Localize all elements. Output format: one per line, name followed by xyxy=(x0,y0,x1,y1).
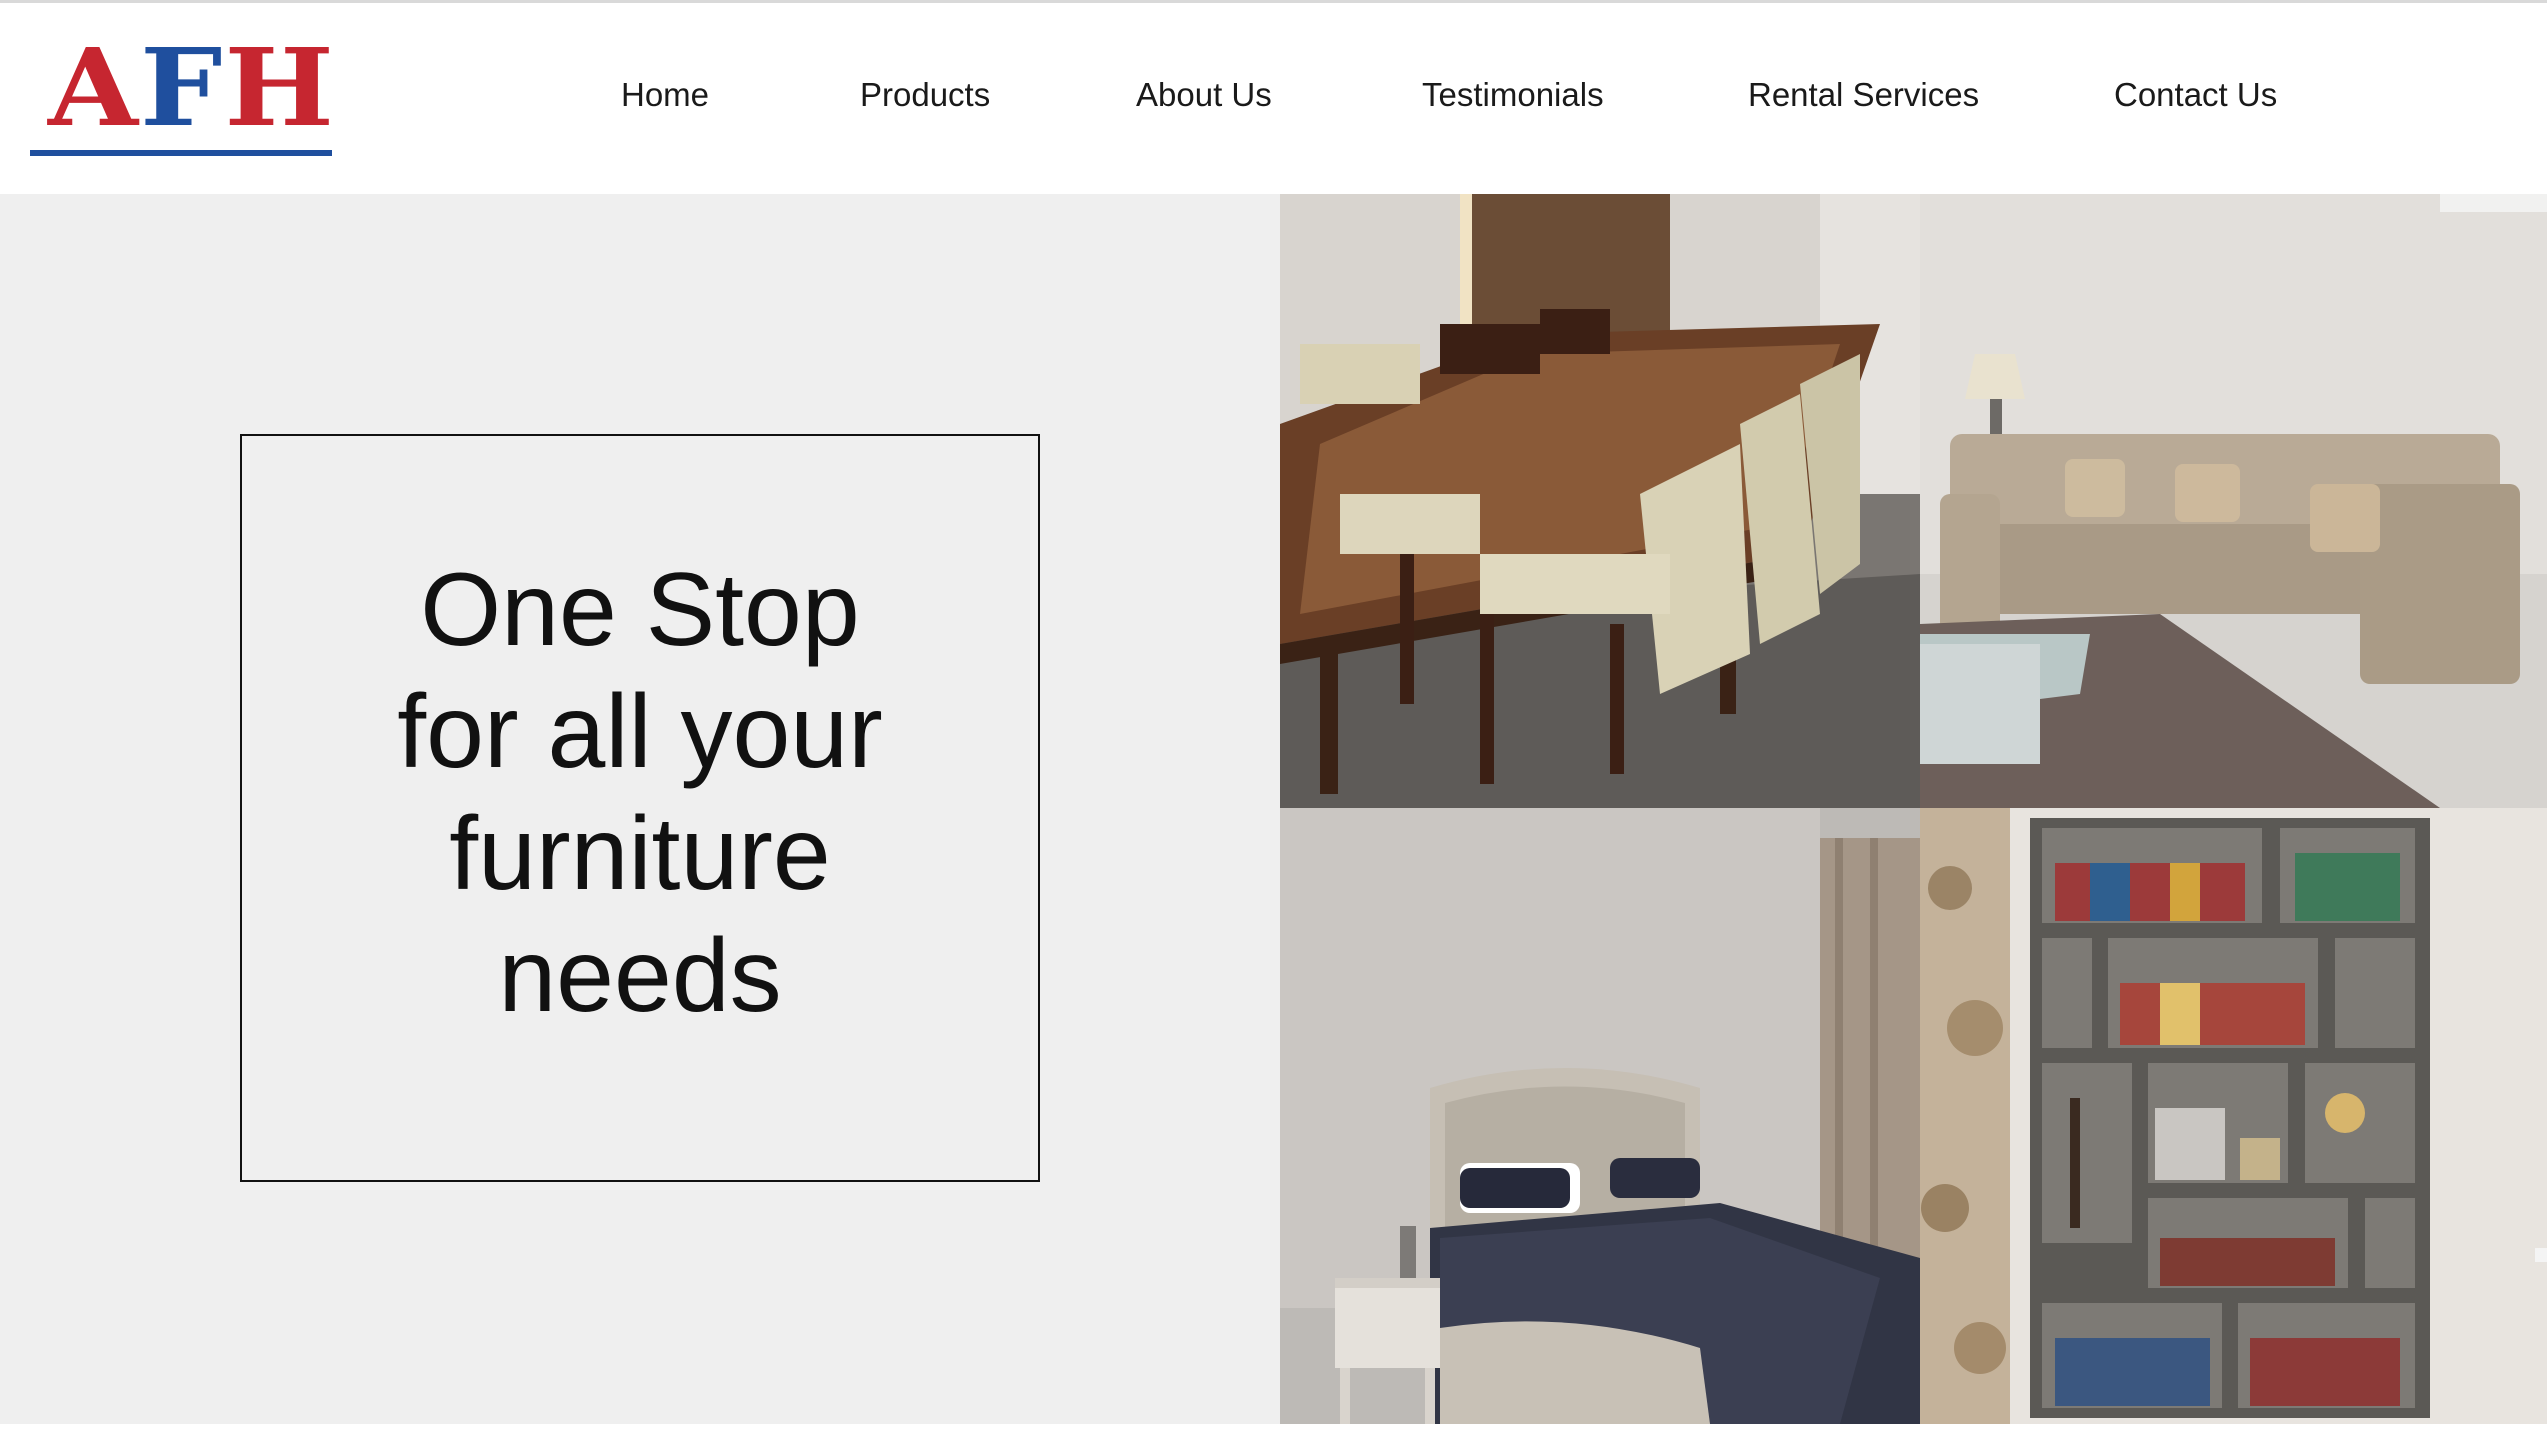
dining-table-image xyxy=(1280,194,1920,808)
site-header: AFH Home Products About Us Testimonials … xyxy=(0,3,2547,194)
hero-line-1: One Stop xyxy=(420,552,860,668)
logo-letter-a: A xyxy=(48,25,141,151)
sofa-image xyxy=(1920,194,2547,808)
afh-logo[interactable]: AFH xyxy=(30,35,334,157)
page-bottom-strip xyxy=(0,1424,2547,1454)
logo-wordmark: AFH xyxy=(48,35,336,142)
hero-line-3: furniture xyxy=(449,796,831,912)
bookshelf-image xyxy=(1920,808,2547,1424)
hero-line-4: needs xyxy=(498,918,782,1034)
furniture-gallery xyxy=(1280,194,2547,1424)
logo-letter-h: H xyxy=(224,25,336,151)
hero-line-2: for all your xyxy=(397,674,883,790)
nav-products[interactable]: Products xyxy=(860,75,990,115)
logo-letter-f: F xyxy=(140,25,225,151)
hero-section: One Stop for all your furniture needs xyxy=(0,194,1280,1424)
nav-about-us[interactable]: About Us xyxy=(1136,75,1272,115)
hero-text-box: One Stop for all your furniture needs xyxy=(240,434,1040,1182)
nav-home[interactable]: Home xyxy=(621,75,709,115)
nav-rental-services[interactable]: Rental Services xyxy=(1748,75,1979,115)
bookshelf-photo[interactable] xyxy=(1920,808,2547,1424)
sofa-photo[interactable] xyxy=(1920,194,2547,808)
dining-table-photo[interactable] xyxy=(1280,194,1920,808)
nav-testimonials[interactable]: Testimonials xyxy=(1422,75,1604,115)
main-nav: Home Products About Us Testimonials Rent… xyxy=(560,3,2320,194)
hero-headline: One Stop for all your furniture needs xyxy=(300,549,980,1037)
logo-underline xyxy=(30,150,332,156)
bed-image xyxy=(1280,808,1920,1424)
nav-contact-us[interactable]: Contact Us xyxy=(2114,75,2277,115)
bed-photo[interactable] xyxy=(1280,808,1920,1424)
